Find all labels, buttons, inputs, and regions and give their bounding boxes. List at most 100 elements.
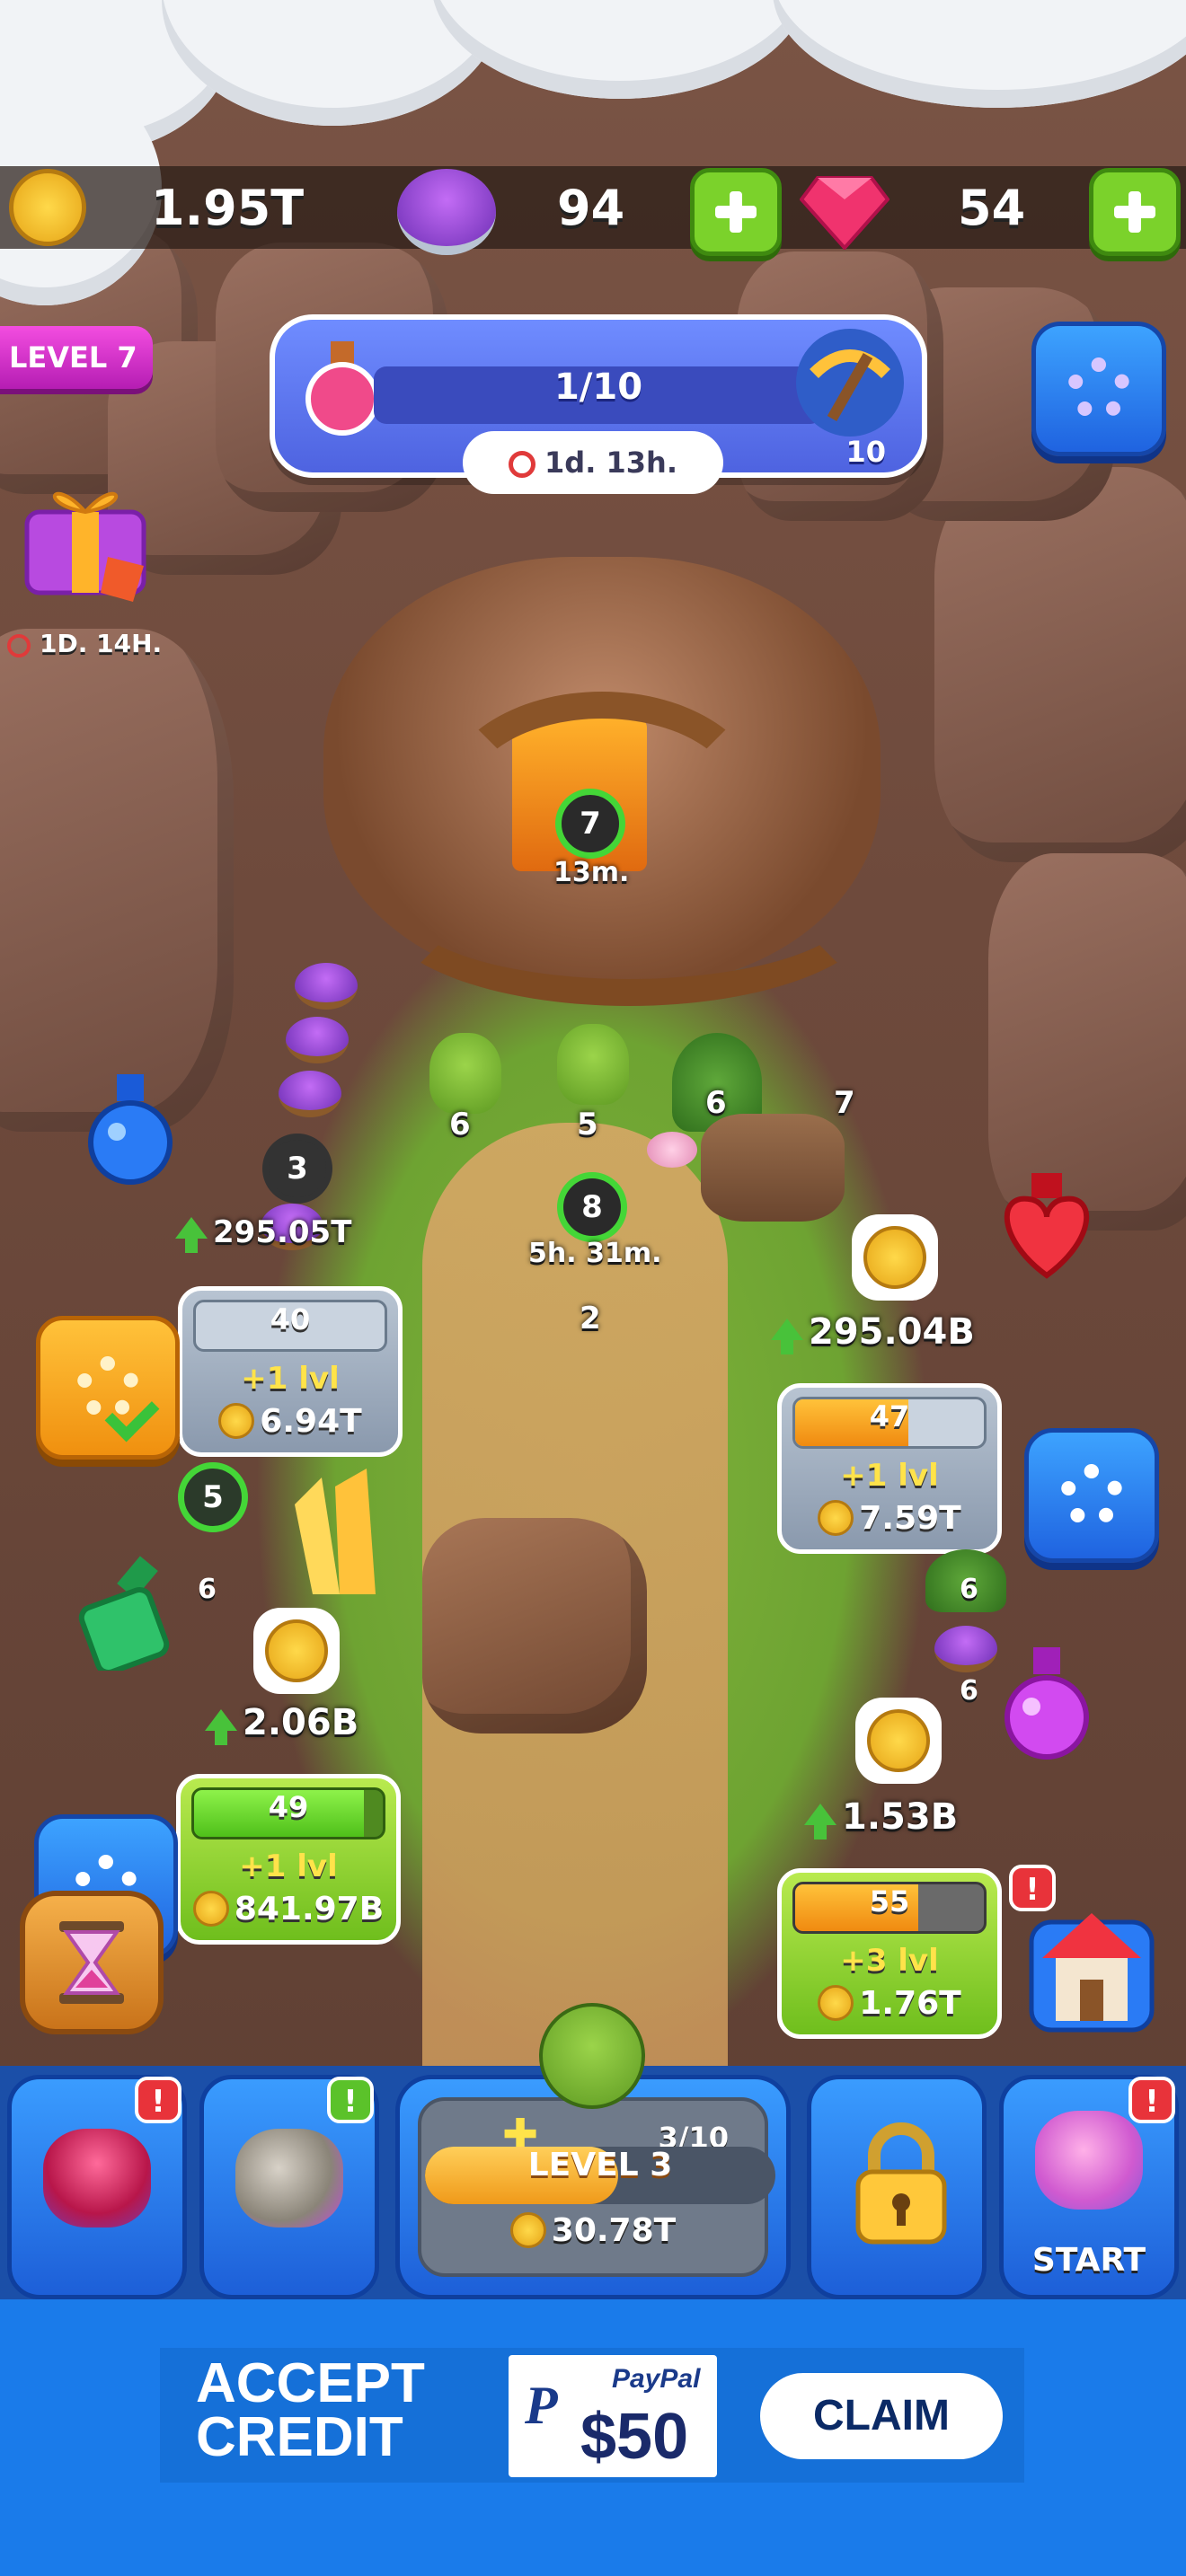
hero-upgrade-cost: 30.78T: [400, 2212, 786, 2249]
coin-balance: 1.95T: [151, 180, 305, 236]
rock: [0, 629, 234, 1132]
buy-rubies-button[interactable]: [1089, 168, 1181, 256]
hero-cost-value: 30.78T: [551, 2212, 677, 2249]
card-cost: 7.59T: [782, 1500, 997, 1537]
rock: [934, 467, 1186, 862]
settings-button[interactable]: [1031, 322, 1166, 456]
coin-icon: [265, 1619, 328, 1682]
ad-brand: PayPal: [612, 2364, 701, 2394]
coin-bubble[interactable]: [852, 1214, 938, 1301]
up-arrow-icon: [771, 1319, 803, 1354]
coin-icon: [863, 1226, 926, 1289]
gems-notification-badge: !: [135, 2077, 181, 2123]
card-level: 55: [869, 1884, 910, 1919]
goblin-worker[interactable]: [429, 1033, 501, 1114]
coin-icon: [218, 1403, 255, 1439]
boulder-rock[interactable]: [422, 1518, 647, 1734]
card-cost-value: 841.97B: [234, 1891, 385, 1928]
mine-level-ring: 7: [555, 789, 625, 859]
quest-progress-bar: 1/10: [374, 366, 823, 424]
upgrade-card[interactable]: 47 +1 lvl 7.59T: [777, 1383, 1002, 1554]
worker-label: 6: [449, 1107, 471, 1142]
clock-icon: [509, 451, 536, 478]
card-level: 47: [869, 1399, 910, 1434]
card-level-bar: 40: [193, 1300, 387, 1352]
ad-banner[interactable]: ACCEPT CREDIT P PayPal $50 CLAIM: [160, 2348, 1024, 2483]
ad-amount: $50: [580, 2401, 689, 2473]
worker-label: 5: [577, 1107, 598, 1142]
potion-stone-icon: [235, 2129, 343, 2228]
worker-label: 6: [960, 1574, 978, 1605]
income-value: 1.53B: [842, 1796, 959, 1838]
gift-timer: 1D. 14H.: [7, 629, 162, 658]
purple-gem-pile-icon: [397, 169, 496, 255]
coin-icon: [192, 1891, 229, 1927]
up-arrow-icon: [804, 1804, 836, 1839]
start-notification-badge: !: [1128, 2077, 1175, 2123]
card-gain: +1 lvl: [840, 1458, 939, 1494]
coin-icon: [867, 1709, 930, 1772]
potions-notification-badge: !: [327, 2077, 374, 2123]
green-shovel-potion-icon: [78, 1556, 170, 1671]
card-level-bar: 49: [191, 1787, 385, 1839]
buy-purple-gems-button[interactable]: [690, 168, 782, 256]
card-cost-value: 1.76T: [859, 1985, 961, 2022]
income-right-top: 295.04B: [771, 1311, 975, 1354]
red-heart-potion-icon: [1004, 1173, 1090, 1279]
root: [377, 808, 881, 1006]
brain-icon: [1035, 2111, 1143, 2210]
ad-line1: ACCEPT: [196, 2352, 425, 2414]
gem-pile: [295, 963, 358, 1010]
card-gain: +1 lvl: [241, 1361, 340, 1397]
building-settings-button[interactable]: [1024, 1428, 1159, 1563]
worker-label: 6: [198, 1574, 217, 1605]
cloud: [431, 0, 809, 99]
upgrade-card[interactable]: 55 +3 lvl 1.76T: [777, 1868, 1002, 2039]
gem-bag-icon: [43, 2129, 151, 2228]
coin-icon: [818, 1500, 854, 1536]
mine-timer: 13m.: [553, 857, 630, 888]
worker-label: 6: [960, 1675, 978, 1707]
reward-count: 10: [845, 435, 886, 469]
paypal-card: P PayPal $50: [509, 2355, 717, 2477]
hero-level-panel[interactable]: ✚ 3/10 LEVEL 3 30.78T: [395, 2003, 791, 2299]
card-cost: 841.97B: [181, 1891, 396, 1928]
card-cost: 6.94T: [182, 1403, 398, 1440]
ruby-balance: 54: [958, 180, 1026, 236]
worker-timer: 5h. 31m.: [528, 1238, 662, 1269]
shop-notification-badge: !: [1009, 1865, 1056, 1911]
claim-button[interactable]: CLAIM: [760, 2373, 1003, 2459]
card-cost-value: 6.94T: [260, 1403, 362, 1440]
coin-bubble[interactable]: [253, 1608, 340, 1694]
nav-locked-button[interactable]: [807, 2075, 987, 2299]
gift-timer-text: 1D. 14H.: [40, 629, 163, 658]
crystal-icon: [295, 1469, 376, 1594]
speed-up-button[interactable]: [20, 1891, 164, 2034]
gift-box-icon[interactable]: [18, 467, 153, 602]
ad-line2: CREDIT: [196, 2406, 403, 2468]
pickaxe-reward-icon: [796, 329, 904, 437]
card-level-bar: 55: [792, 1882, 987, 1934]
card-cost: 1.76T: [782, 1985, 997, 2022]
worker-ring: 8: [557, 1172, 627, 1242]
up-arrow-icon: [205, 1709, 237, 1745]
auto-upgrade-button[interactable]: [36, 1316, 180, 1460]
player-level-tag[interactable]: LEVEL 7: [0, 326, 153, 389]
tree-stump: [701, 1114, 845, 1222]
ad-headline: ACCEPT CREDIT: [196, 2352, 425, 2468]
quest-timer-text: 1d. 13h.: [544, 446, 677, 480]
gem-pile: [279, 1071, 341, 1117]
goblin-worker[interactable]: [557, 1024, 629, 1105]
card-level: 40: [270, 1302, 311, 1337]
upgrade-card[interactable]: 40 +1 lvl 6.94T: [178, 1286, 403, 1457]
upgrade-card[interactable]: 49 +1 lvl 841.97B: [176, 1774, 401, 1945]
cloud: [773, 0, 1186, 108]
card-level: 49: [268, 1790, 309, 1824]
clock-icon: [7, 634, 31, 657]
ruby-icon: [800, 176, 890, 250]
worker-label: 7: [834, 1085, 855, 1121]
coin-icon: [509, 2212, 546, 2248]
hero-level-bar: LEVEL 3: [425, 2147, 775, 2204]
start-label: START: [1031, 2242, 1146, 2279]
coin-bubble[interactable]: [855, 1698, 942, 1784]
